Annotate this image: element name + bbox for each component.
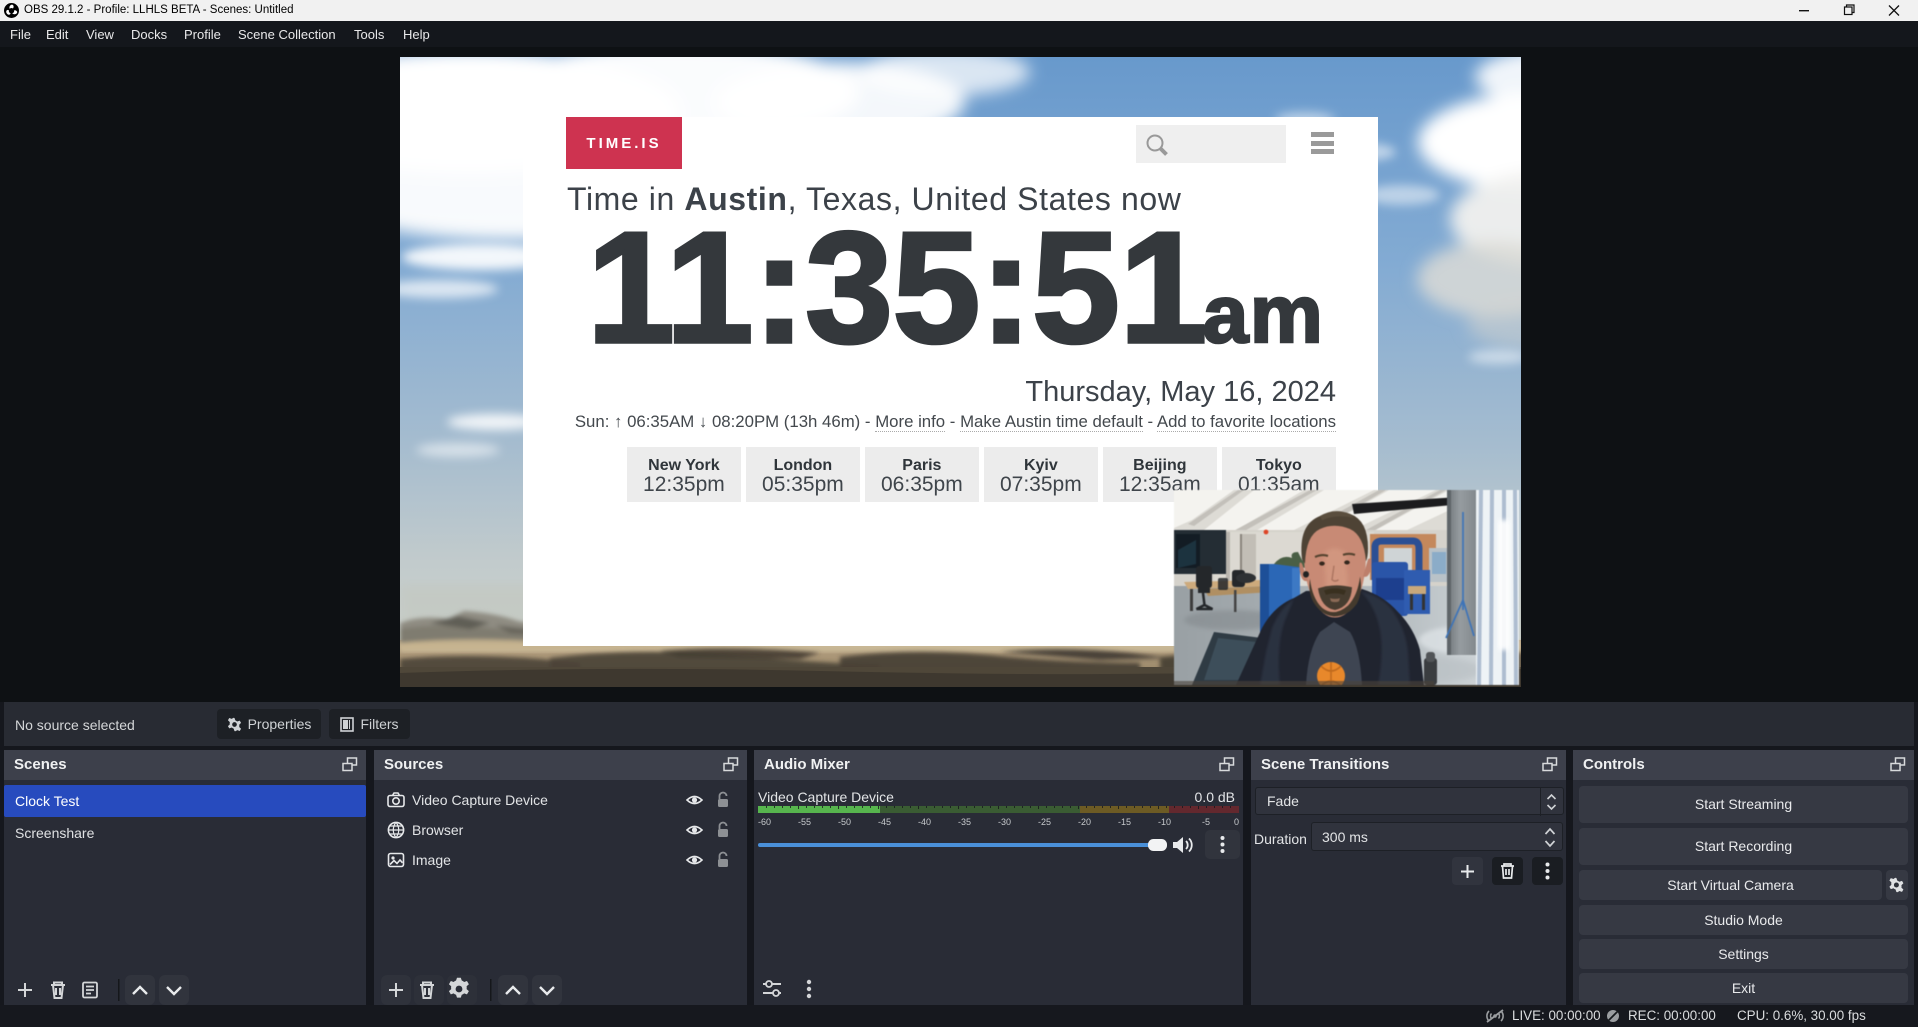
svg-text:-60: -60: [758, 817, 771, 827]
svg-text:-20: -20: [1078, 817, 1091, 827]
svg-text:-45: -45: [878, 817, 891, 827]
svg-text:-55: -55: [798, 817, 811, 827]
svg-text:-50: -50: [838, 817, 851, 827]
svg-text:-30: -30: [998, 817, 1011, 827]
svg-text:-25: -25: [1038, 817, 1051, 827]
svg-text:-15: -15: [1118, 817, 1131, 827]
svg-text:-40: -40: [918, 817, 931, 827]
svg-text:0: 0: [1234, 817, 1239, 827]
svg-text:-35: -35: [958, 817, 971, 827]
svg-text:-5: -5: [1202, 817, 1210, 827]
svg-text:-10: -10: [1158, 817, 1171, 827]
